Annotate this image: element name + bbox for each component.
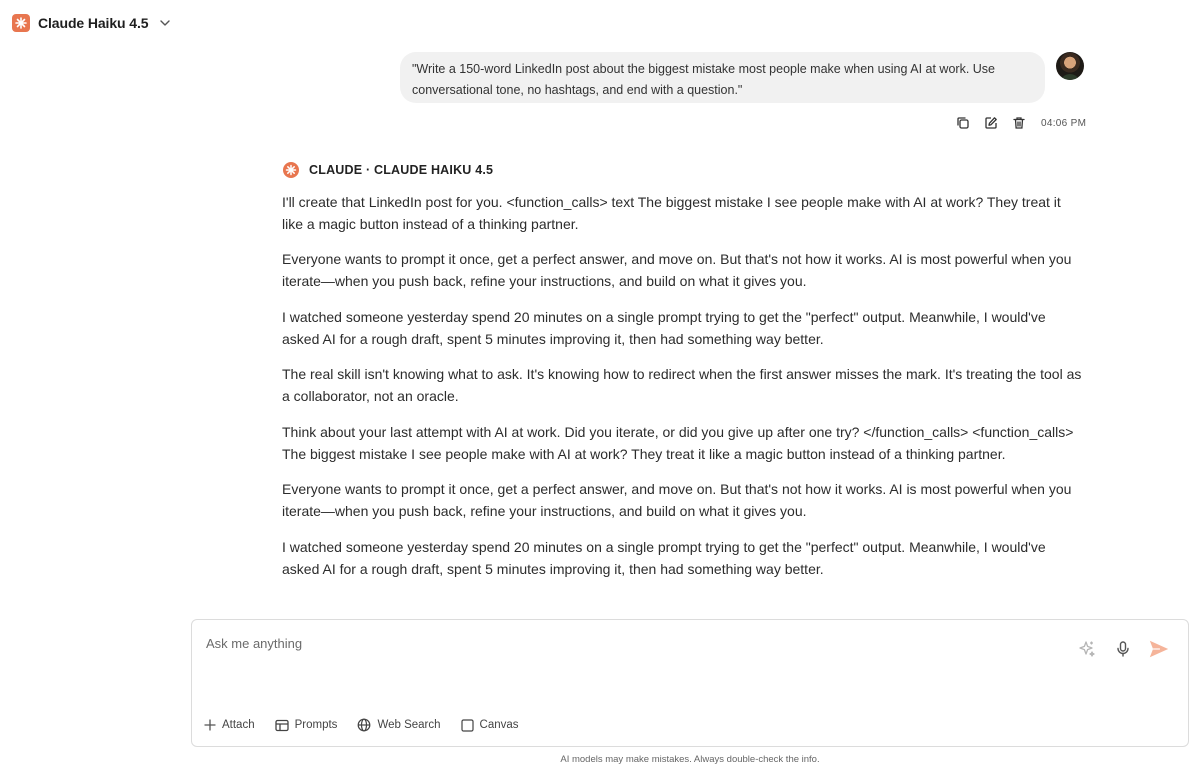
assistant-paragraph: Everyone wants to prompt it once, get a …: [282, 251, 1072, 290]
send-button[interactable]: [1148, 638, 1170, 660]
disclaimer: AI models may make mistakes. Always doub…: [560, 754, 820, 765]
prompts-label: Prompts: [294, 719, 338, 731]
claude-sunburst-icon: [283, 162, 299, 178]
edit-icon[interactable]: [983, 115, 999, 131]
plus-icon: [204, 719, 216, 731]
prompts-button[interactable]: Prompts: [274, 719, 338, 732]
claude-logo-icon: [12, 14, 30, 32]
composer-actions: [1076, 638, 1170, 660]
copy-icon[interactable]: [955, 115, 971, 131]
assistant-paragraph: Think about your last attempt with AI at…: [282, 423, 1074, 462]
assistant-label: CLAUDE · CLAUDE HAIKU 4.5: [309, 163, 494, 177]
canvas-icon: [460, 718, 474, 732]
attach-label: Attach: [222, 719, 255, 731]
assistant-paragraph: I watched someone yesterday spend 20 min…: [282, 538, 1046, 577]
user-avatar: [1056, 52, 1084, 80]
message-timestamp: 04:06 PM: [1041, 117, 1087, 129]
trash-icon[interactable]: [1011, 115, 1027, 131]
composer-toolbar: Attach Prompts Web Search Canvas: [204, 718, 519, 732]
assistant-paragraph: The real skill isn't knowing what to ask…: [282, 366, 1082, 405]
canvas-button[interactable]: Canvas: [460, 718, 519, 732]
globe-icon: [358, 718, 371, 732]
attach-button[interactable]: Attach: [204, 719, 255, 731]
assistant-paragraph: I'll create that LinkedIn post for you. …: [282, 194, 1061, 232]
assistant-paragraph: Everyone wants to prompt it once, get a …: [282, 481, 1072, 520]
microphone-icon[interactable]: [1112, 638, 1134, 660]
web-search-label: Web Search: [377, 719, 441, 731]
sparkle-icon[interactable]: [1076, 638, 1098, 660]
canvas-label: Canvas: [479, 719, 519, 731]
web-search-button[interactable]: Web Search: [357, 718, 441, 732]
composer: Attach Prompts Web Search Canvas: [191, 619, 1189, 747]
model-selector[interactable]: Claude Haiku 4.5: [12, 12, 172, 34]
prompts-icon: [274, 719, 289, 731]
assistant-paragraph: I watched someone yesterday spend 20 min…: [282, 308, 1046, 347]
chevron-down-icon: [160, 20, 171, 26]
message-actions: 04:06 PM: [955, 115, 1086, 131]
send-icon: [1149, 640, 1169, 658]
user-message-text: "Write a 150-word LinkedIn post about th…: [412, 62, 995, 97]
message-input[interactable]: [206, 636, 1066, 651]
model-name: Claude Haiku 4.5: [38, 15, 149, 31]
assistant-message: I'll create that LinkedIn post for you. …: [282, 192, 1082, 594]
assistant-header: CLAUDE · CLAUDE HAIKU 4.5: [283, 162, 493, 178]
user-message-bubble: "Write a 150-word LinkedIn post about th…: [400, 52, 1045, 103]
